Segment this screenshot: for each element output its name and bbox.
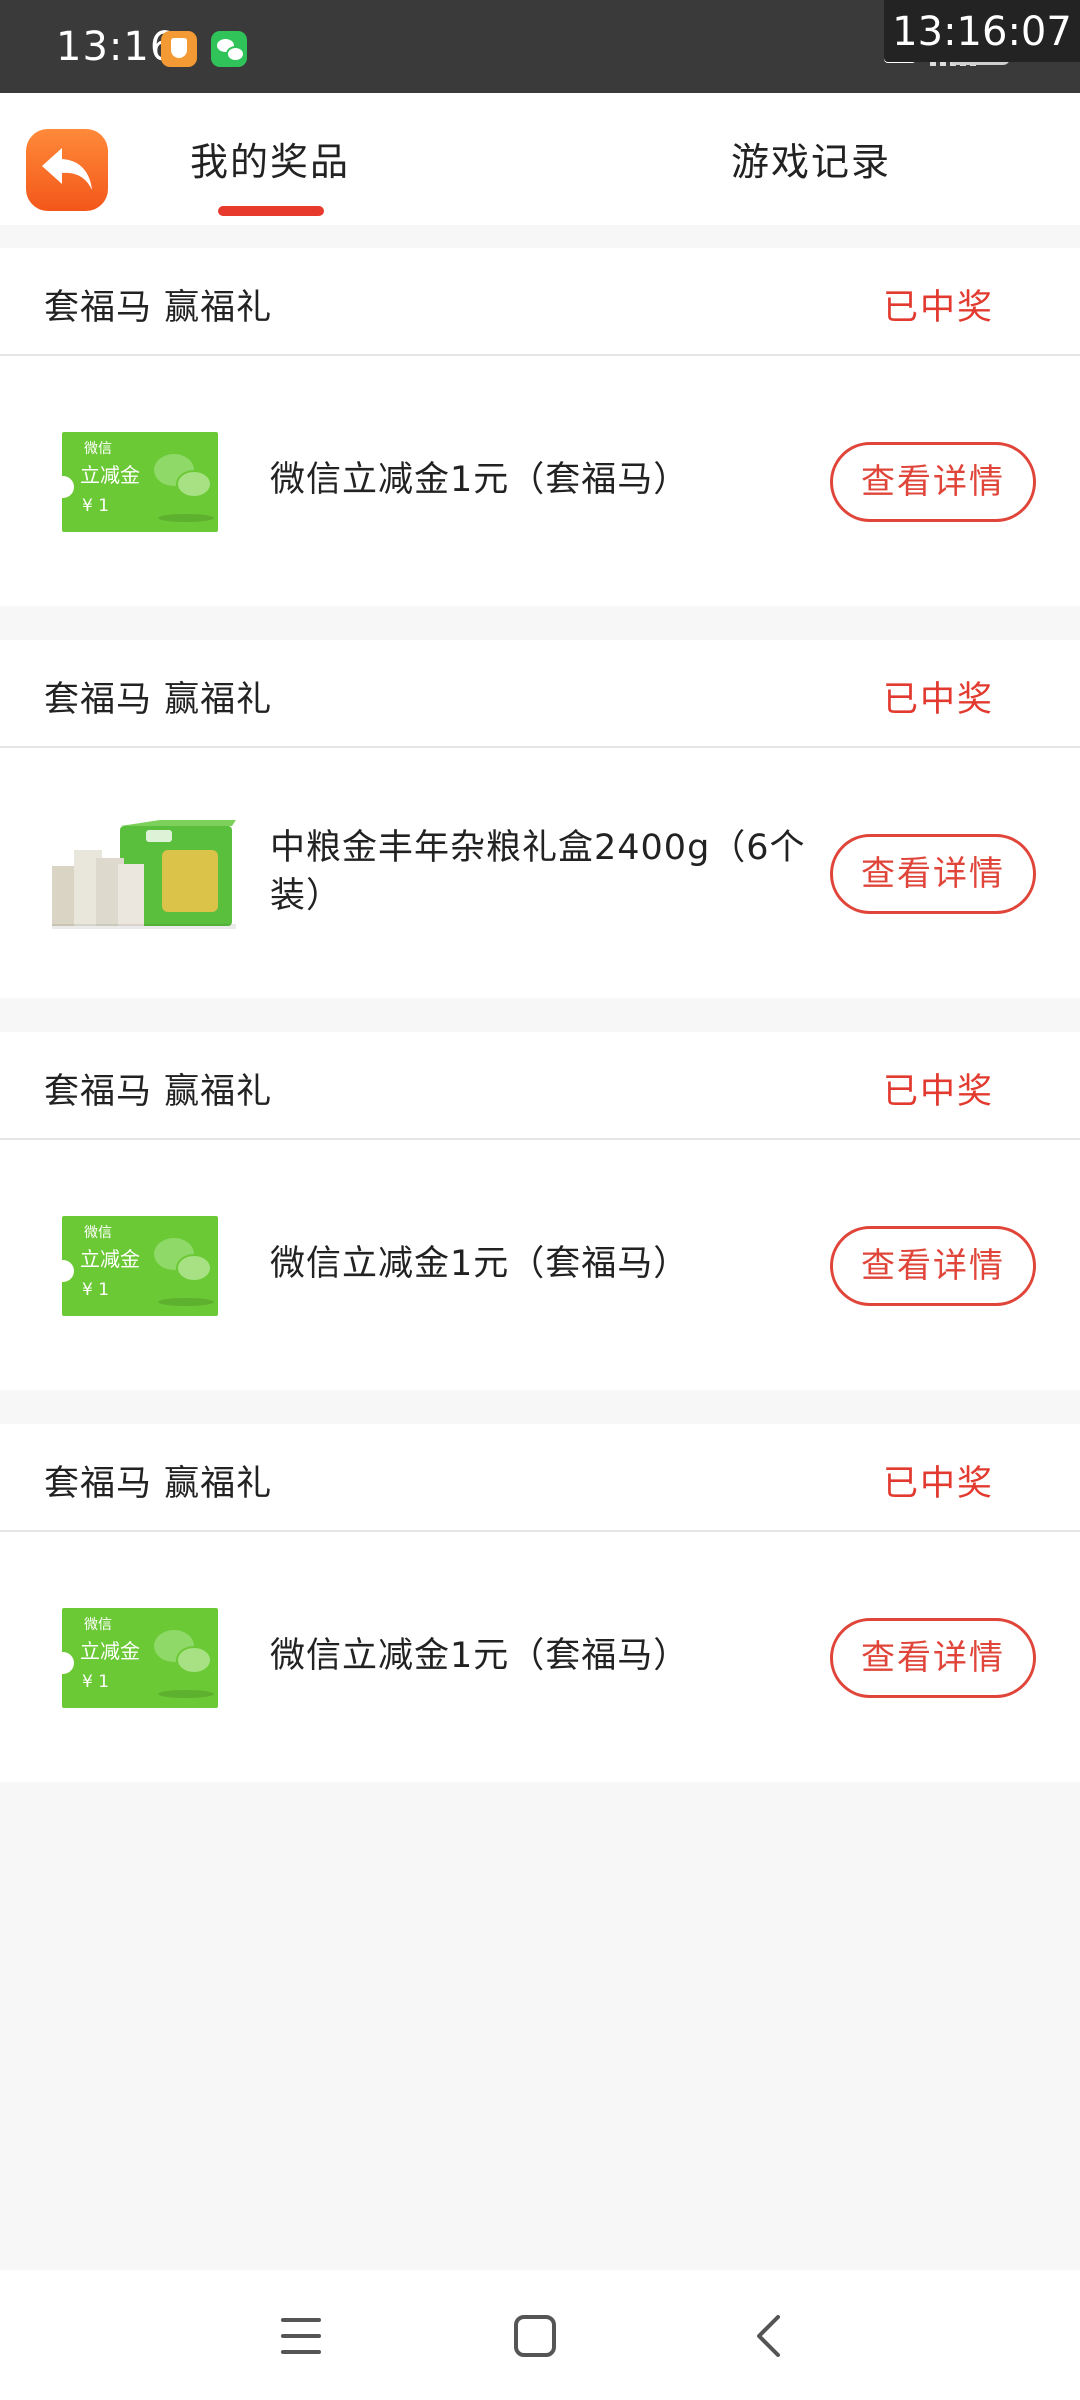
prize-title: 微信立减金1元（套福马） — [270, 1632, 689, 1680]
coupon-amount: ¥ 1 — [82, 1672, 110, 1692]
active-tab-indicator — [218, 206, 324, 216]
view-details-button[interactable]: 查看详情 — [830, 442, 1036, 522]
prize-card: 套福马 赢福礼 已中奖 微信 立减金 ¥ 1 微信立减金1元（套福马） 查看详情 — [0, 1424, 1080, 1782]
prize-title: 中粮金丰年杂粮礼盒2400g（6个 装） — [270, 824, 806, 920]
prize-card: 套福马 赢福礼 已中奖 中粮金丰年杂粮礼盒2400g（6个 装） 查看详情 — [0, 640, 1080, 998]
tab-my-prizes[interactable]: 我的奖品 — [190, 131, 350, 186]
coupon-amount: ¥ 1 — [82, 496, 110, 516]
chat-bubble-icon — [176, 470, 212, 498]
system-nav-bar — [0, 2270, 1080, 2400]
wechat-coupon-image: 微信 立减金 ¥ 1 — [62, 1608, 218, 1708]
coupon-amount: ¥ 1 — [82, 1280, 110, 1300]
prize-card-header: 套福马 赢福礼 已中奖 — [0, 640, 1080, 748]
event-name: 套福马 赢福礼 — [44, 1464, 273, 1504]
prize-title-line: 微信立减金1元（套福马） — [270, 460, 690, 500]
prize-title-line: 中粮金丰年杂粮礼盒2400g（6个 — [270, 828, 806, 868]
prize-title-line: 微信立减金1元（套福马） — [270, 1636, 690, 1676]
back-chevron-icon[interactable] — [754, 2314, 784, 2358]
prize-status: 已中奖 — [882, 1072, 994, 1112]
grain-gift-box-image — [52, 820, 236, 929]
wechat-coupon-image: 微信 立减金 ¥ 1 — [62, 1216, 218, 1316]
chat-bubble-icon — [176, 1254, 212, 1282]
overlay-clock: 13:16:07 — [884, 0, 1080, 62]
wechat-coupon-image: 微信 立减金 ¥ 1 — [62, 432, 218, 532]
prize-card-body: 中粮金丰年杂粮礼盒2400g（6个 装） 查看详情 — [0, 748, 1080, 998]
top-header: 我的奖品 游戏记录 — [0, 93, 1080, 225]
chat-bubble-icon — [176, 1646, 212, 1674]
prize-card-body: 微信 立减金 ¥ 1 微信立减金1元（套福马） 查看详情 — [0, 1532, 1080, 1782]
home-square-icon[interactable] — [513, 2314, 557, 2358]
back-arrow-icon — [42, 148, 92, 190]
wechat-notification-icon — [211, 31, 247, 67]
menu-icon[interactable] — [279, 2316, 323, 2356]
prize-card-header: 套福马 赢福礼 已中奖 — [0, 1032, 1080, 1140]
coupon-name: 立减金 — [80, 1247, 140, 1271]
prize-title-line: 微信立减金1元（套福马） — [270, 1244, 690, 1284]
view-details-button[interactable]: 查看详情 — [830, 1618, 1036, 1698]
coupon-brand: 微信 — [84, 1225, 112, 1241]
prize-card-body: 微信 立减金 ¥ 1 微信立减金1元（套福马） 查看详情 — [0, 1140, 1080, 1390]
event-name: 套福马 赢福礼 — [44, 1072, 273, 1112]
event-name: 套福马 赢福礼 — [44, 288, 273, 328]
coupon-brand: 微信 — [84, 1617, 112, 1633]
security-app-icon — [161, 31, 197, 67]
view-details-button[interactable]: 查看详情 — [830, 834, 1036, 914]
view-details-button[interactable]: 查看详情 — [830, 1226, 1036, 1306]
coupon-name: 立减金 — [80, 1639, 140, 1663]
coupon-brand: 微信 — [84, 441, 112, 457]
prize-card-body: 微信 立减金 ¥ 1 微信立减金1元（套福马） 查看详情 — [0, 356, 1080, 606]
event-name: 套福马 赢福礼 — [44, 680, 273, 720]
prize-card: 套福马 赢福礼 已中奖 微信 立减金 ¥ 1 微信立减金1元（套福马） 查看详情 — [0, 248, 1080, 606]
prize-status: 已中奖 — [882, 288, 994, 328]
prize-card-header: 套福马 赢福礼 已中奖 — [0, 248, 1080, 356]
prize-title: 微信立减金1元（套福马） — [270, 456, 689, 504]
status-bar: 13:16 HD 4G 98 13:16:07 — [0, 0, 1080, 93]
back-button[interactable] — [26, 129, 108, 211]
prize-card: 套福马 赢福礼 已中奖 微信 立减金 ¥ 1 微信立减金1元（套福马） 查看详情 — [0, 1032, 1080, 1390]
prize-title: 微信立减金1元（套福马） — [270, 1240, 689, 1288]
prize-status: 已中奖 — [882, 1464, 994, 1504]
prize-title-line: 装） — [270, 876, 343, 916]
coupon-name: 立减金 — [80, 463, 140, 487]
prize-card-header: 套福马 赢福礼 已中奖 — [0, 1424, 1080, 1532]
prize-status: 已中奖 — [882, 680, 994, 720]
status-time: 13:16 — [56, 24, 177, 70]
tab-game-records[interactable]: 游戏记录 — [731, 131, 891, 186]
